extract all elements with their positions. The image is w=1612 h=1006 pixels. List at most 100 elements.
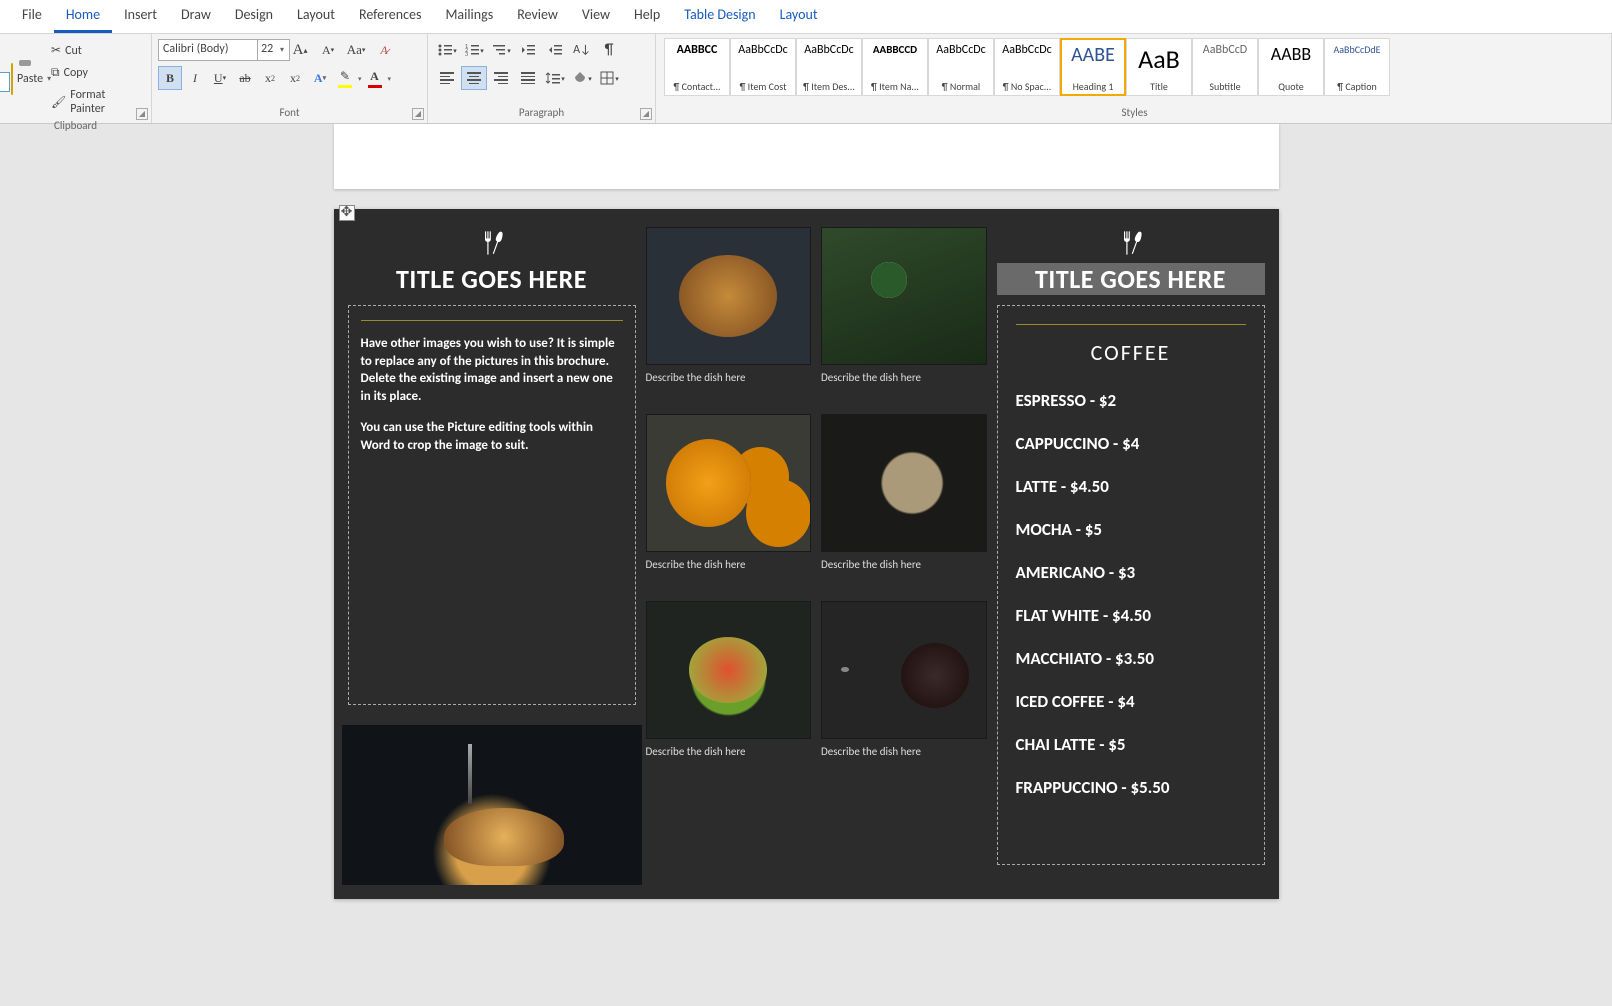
paste-icon <box>11 63 13 95</box>
style--no-spac-[interactable]: AaBbCcDc¶ No Spac... <box>994 38 1060 96</box>
bold-button[interactable]: B <box>158 66 182 90</box>
italic-button[interactable]: I <box>183 66 207 90</box>
svg-text:3: 3 <box>465 50 468 58</box>
tab-layout[interactable]: Layout <box>768 0 830 33</box>
tab-file[interactable]: File <box>10 0 54 33</box>
hero-image[interactable] <box>342 725 642 885</box>
dish-caption[interactable]: Describe the dish here <box>646 558 812 571</box>
dish-image-5[interactable] <box>646 601 812 739</box>
show-marks-button[interactable]: ¶ <box>596 38 622 62</box>
style--caption[interactable]: AaBbCcDdE¶ Caption <box>1324 38 1390 96</box>
multilevel-list-button[interactable]: ▾ <box>488 38 514 62</box>
document-area[interactable]: ✥ TITLE GOES HERE Have other images you … <box>0 124 1612 1006</box>
bullets-button[interactable]: ▾ <box>434 38 460 62</box>
style--item-na-[interactable]: AABBCCD¶ Item Na... <box>862 38 928 96</box>
menu-item[interactable]: CHAI LATTE - $5 <box>1016 734 1246 755</box>
tab-table-design[interactable]: Table Design <box>672 0 767 33</box>
decrease-indent-button[interactable] <box>515 38 541 62</box>
menu-item[interactable]: ICED COFFEE - $4 <box>1016 691 1246 712</box>
dish-caption[interactable]: Describe the dish here <box>646 745 812 758</box>
style--contact-[interactable]: AABBCC¶ Contact... <box>664 38 730 96</box>
align-left-button[interactable] <box>434 66 460 90</box>
align-center-button[interactable] <box>461 66 487 90</box>
menu-item[interactable]: FRAPPUCCINO - $5.50 <box>1016 777 1246 798</box>
dish-image-1[interactable] <box>646 227 812 365</box>
tab-references[interactable]: References <box>347 0 433 33</box>
style-title[interactable]: AaBTitle <box>1126 38 1192 96</box>
tab-home[interactable]: Home <box>54 0 112 33</box>
dish-caption[interactable]: Describe the dish here <box>646 371 812 384</box>
numbering-button[interactable]: 123▾ <box>461 38 487 62</box>
style-quote[interactable]: AABBQuote <box>1258 38 1324 96</box>
body-para-2[interactable]: You can use the Picture editing tools wi… <box>361 419 623 454</box>
menu-item[interactable]: CAPPUCCINO - $4 <box>1016 433 1246 454</box>
line-spacing-button[interactable]: ▾ <box>542 66 568 90</box>
tab-layout[interactable]: Layout <box>285 0 347 33</box>
align-right-button[interactable] <box>488 66 514 90</box>
clipboard-dialog-launcher[interactable]: ◢ <box>136 108 148 120</box>
style--item-des-[interactable]: AaBbCcDc¶ Item Des... <box>796 38 862 96</box>
paragraph-dialog-launcher[interactable]: ◢ <box>640 108 652 120</box>
shading-button[interactable]: ▾ <box>569 66 595 90</box>
font-color-button[interactable]: A <box>363 66 387 90</box>
tab-view[interactable]: View <box>570 0 622 33</box>
menu-item[interactable]: MACCHIATO - $3.50 <box>1016 648 1246 669</box>
format-painter-button[interactable]: 🖌Format Painter <box>46 85 145 119</box>
menu-item[interactable]: MOCHA - $5 <box>1016 519 1246 540</box>
dish-image-6[interactable] <box>821 601 987 739</box>
menu-item[interactable]: LATTE - $4.50 <box>1016 476 1246 497</box>
dish-caption[interactable]: Describe the dish here <box>821 558 987 571</box>
change-case-button[interactable]: Aa▾ <box>344 38 368 62</box>
utensils-icon <box>348 229 636 257</box>
font-dialog-launcher[interactable]: ◢ <box>412 108 424 120</box>
table-move-handle[interactable]: ✥ <box>339 205 355 221</box>
copy-button[interactable]: ⧉Copy <box>46 63 145 83</box>
strikethrough-button[interactable]: ab <box>233 66 257 90</box>
tab-design[interactable]: Design <box>223 0 285 33</box>
dish-image-2[interactable] <box>821 227 987 365</box>
tab-help[interactable]: Help <box>622 0 672 33</box>
dish-caption[interactable]: Describe the dish here <box>821 371 987 384</box>
body-para-1[interactable]: Have other images you wish to use? It is… <box>361 335 623 405</box>
highlight-icon: ✎ <box>340 69 350 84</box>
dish-caption[interactable]: Describe the dish here <box>821 745 987 758</box>
grow-font-button[interactable]: A▴ <box>288 38 312 62</box>
menu-item[interactable]: ESPRESSO - $2 <box>1016 390 1246 411</box>
tab-draw[interactable]: Draw <box>169 0 223 33</box>
borders-button[interactable]: ▾ <box>596 66 622 90</box>
superscript-button[interactable]: x2 <box>283 66 307 90</box>
cut-button[interactable]: ✂Cut <box>46 40 145 61</box>
justify-button[interactable] <box>515 66 541 90</box>
text-effects-button[interactable]: A▾ <box>308 66 332 90</box>
copy-icon: ⧉ <box>51 66 60 80</box>
styles-gallery[interactable]: AABBCC¶ Contact...AaBbCcDc¶ Item CostAaB… <box>664 38 1605 96</box>
left-textbox[interactable]: Have other images you wish to use? It is… <box>348 305 636 705</box>
page[interactable]: ✥ TITLE GOES HERE Have other images you … <box>334 209 1279 899</box>
right-textbox[interactable]: COFFEE ESPRESSO - $2 CAPPUCCINO - $4 LATTE… <box>997 305 1265 865</box>
left-title[interactable]: TITLE GOES HERE <box>348 263 636 295</box>
subscript-button[interactable]: x2 <box>258 66 282 90</box>
style--normal[interactable]: AaBbCcDc¶ Normal <box>928 38 994 96</box>
paste-button[interactable]: Paste ▾ <box>6 38 46 119</box>
group-label-styles: Styles <box>664 106 1605 121</box>
menu-item[interactable]: FLAT WHITE - $4.50 <box>1016 605 1246 626</box>
style-heading-1[interactable]: AABEHeading 1 <box>1060 38 1126 96</box>
tab-review[interactable]: Review <box>505 0 570 33</box>
sort-button[interactable]: A↓ <box>569 38 595 62</box>
right-title[interactable]: TITLE GOES HERE <box>997 263 1265 295</box>
style-subtitle[interactable]: AaBbCcDSubtitle <box>1192 38 1258 96</box>
increase-indent-button[interactable] <box>542 38 568 62</box>
tab-mailings[interactable]: Mailings <box>433 0 505 33</box>
highlight-button[interactable]: ✎ <box>333 66 357 90</box>
menu-item[interactable]: AMERICANO - $3 <box>1016 562 1246 583</box>
style--item-cost[interactable]: AaBbCcDc¶ Item Cost <box>730 38 796 96</box>
dish-image-4[interactable] <box>821 414 987 552</box>
dish-image-3[interactable] <box>646 414 812 552</box>
tab-insert[interactable]: Insert <box>112 0 169 33</box>
underline-button[interactable]: U▾ <box>208 66 232 90</box>
coffee-heading[interactable]: COFFEE <box>1016 339 1246 366</box>
font-family-select[interactable]: Calibri (Body) <box>158 39 258 61</box>
shrink-font-button[interactable]: A▾ <box>316 38 340 62</box>
clear-formatting-button[interactable]: A̷ <box>372 38 396 62</box>
font-size-select[interactable]: 22 <box>256 39 290 61</box>
